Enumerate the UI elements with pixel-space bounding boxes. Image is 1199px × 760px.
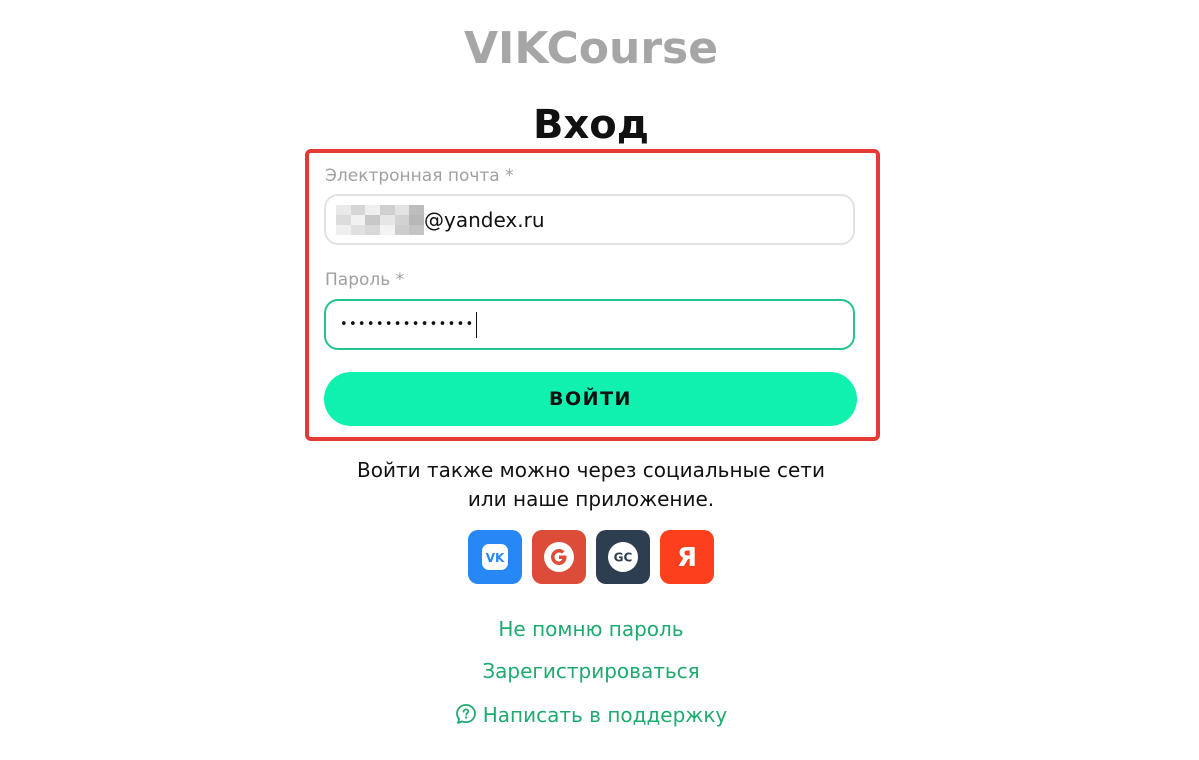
social-login-buttons: VK GC Я (468, 530, 714, 584)
svg-text:GC: GC (614, 551, 633, 565)
social-login-hint: Войти также можно через социальные сети … (0, 456, 1182, 514)
password-label: Пароль * (325, 270, 405, 290)
help-chat-icon (455, 704, 476, 724)
yandex-icon: Я (677, 543, 697, 573)
svg-text:Я: Я (677, 543, 697, 573)
google-login-button[interactable] (532, 530, 586, 584)
password-value: ••••••••••••••• (340, 317, 475, 332)
email-label: Электронная почта * (325, 166, 514, 186)
text-caret (475, 311, 478, 338)
login-page: VIKCourse Вход Электронная почта * @yand… (0, 0, 1199, 760)
password-field[interactable]: ••••••••••••••• (324, 299, 855, 350)
google-icon (544, 542, 574, 572)
svg-text:VK: VK (486, 551, 505, 565)
email-field[interactable]: @yandex.ru (324, 194, 855, 245)
vk-login-button[interactable]: VK (468, 530, 522, 584)
support-link[interactable]: Написать в поддержку (0, 701, 1182, 729)
email-redaction-blur (336, 204, 424, 235)
getcourse-login-button[interactable]: GC (596, 530, 650, 584)
yandex-login-button[interactable]: Я (660, 530, 714, 584)
login-button[interactable]: ВОЙТИ (324, 372, 857, 426)
forgot-password-link[interactable]: Не помню пароль (0, 615, 1182, 643)
social-hint-line2: или наше приложение. (467, 487, 715, 511)
social-hint-line1: Войти также можно через социальные сети (357, 458, 825, 482)
brand-logo[interactable]: VIKCourse (0, 24, 1182, 74)
vk-icon: VK (482, 544, 508, 570)
support-link-label: Написать в поддержку (482, 703, 728, 727)
register-link[interactable]: Зарегистрироваться (0, 657, 1182, 685)
page-title: Вход (532, 102, 650, 148)
getcourse-icon: GC (608, 542, 638, 572)
email-value: @yandex.ru (424, 207, 545, 232)
